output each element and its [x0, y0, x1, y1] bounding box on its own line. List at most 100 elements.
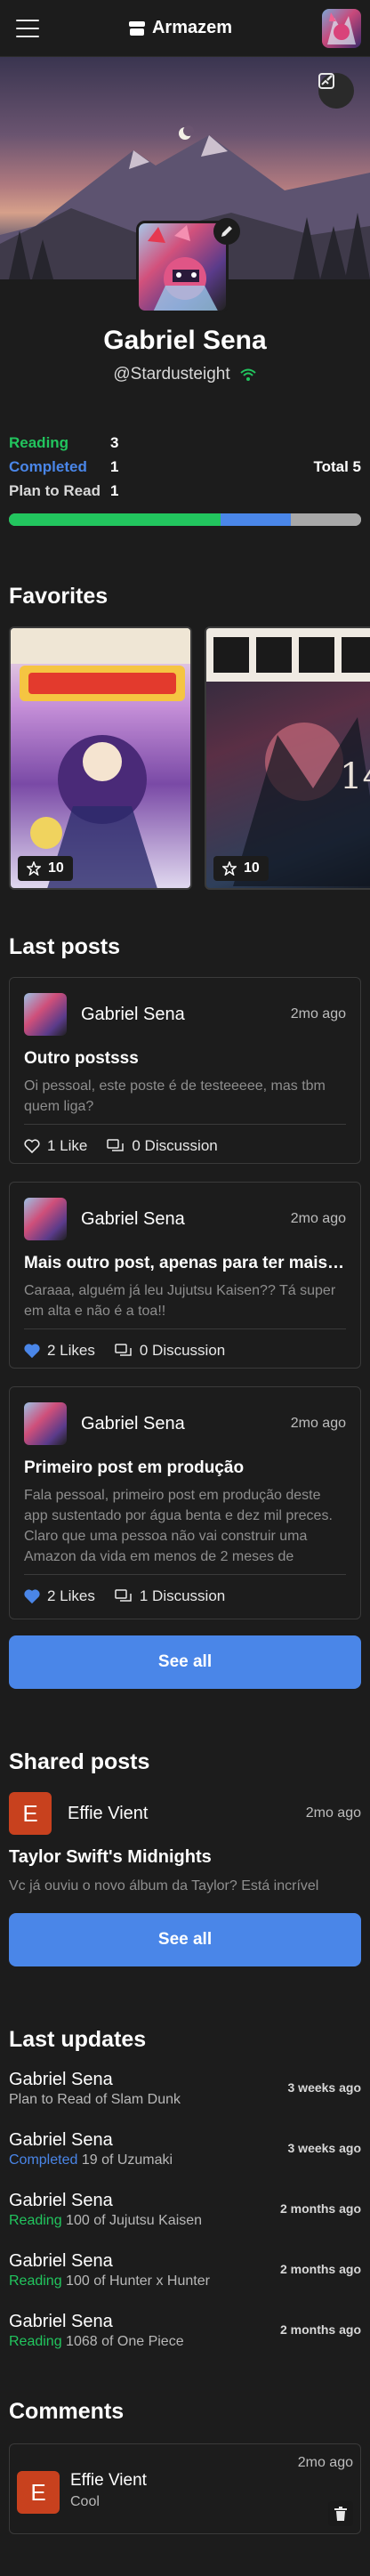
post-card[interactable]: Gabriel Sena 2mo ago Outro postsss Oi pe… — [9, 977, 361, 1164]
favorite-card[interactable]: 10 — [9, 626, 192, 890]
discussion-button[interactable]: 0 Discussion — [115, 1342, 225, 1360]
stat-completed-label: Completed — [9, 457, 87, 475]
post-body: Caraaa, alguém já leu Jujutsu Kaisen?? T… — [24, 1283, 336, 1319]
star-icon — [222, 861, 237, 876]
update-time: 2 months ago — [279, 2201, 361, 2216]
comments-title: Comments — [9, 2399, 125, 2424]
favorite-score: 10 — [244, 860, 260, 876]
post-title[interactable]: Primeiro post em produção — [24, 1458, 346, 1478]
profile-handle: @Stardusteight — [113, 365, 230, 384]
discussion-count: 0 Discussion — [132, 1137, 218, 1154]
user-avatar[interactable] — [321, 8, 361, 48]
update-time: 2 months ago — [279, 2262, 361, 2276]
shared-posts-title: Shared posts — [9, 1749, 150, 1774]
box-icon — [128, 20, 145, 36]
pencil-icon — [221, 226, 232, 237]
stat-plan-label: Plan to Read — [9, 481, 101, 499]
chat-icon — [107, 1139, 125, 1151]
post-card[interactable]: Gabriel Sena 2mo ago Mais outro post, ap… — [9, 1182, 361, 1369]
post-author-avatar[interactable] — [24, 1402, 67, 1445]
image-edit-icon — [318, 73, 334, 89]
post-title[interactable]: Mais outro post, apenas para ter mais po… — [24, 1254, 346, 1273]
post-card[interactable]: Gabriel Sena 2mo ago Primeiro post em pr… — [9, 1386, 361, 1619]
star-icon — [27, 861, 41, 876]
heart-filled-icon — [24, 1589, 40, 1603]
reading-stats: Reading 3 Completed 1 Total 5 Plan to Re… — [9, 431, 361, 526]
shared-post-body: Vc já ouviu o novo álbum da Taylor? Está… — [9, 1878, 319, 1894]
post-author[interactable]: Gabriel Sena — [81, 1414, 185, 1434]
update-status: Plan to Read — [9, 2092, 92, 2107]
update-status: Reading — [9, 2334, 62, 2349]
post-author[interactable]: Gabriel Sena — [81, 1005, 185, 1025]
comment-author-avatar[interactable]: E — [17, 2471, 60, 2514]
app-brand[interactable]: Armazem — [128, 18, 233, 38]
app-title: Armazem — [151, 18, 233, 37]
like-count: 1 Like — [47, 1137, 88, 1154]
stat-reading-count: 3 — [110, 433, 119, 451]
post-body: Oi pessoal, este poste é de testeeeee, m… — [24, 1078, 326, 1114]
progress-plan — [290, 513, 361, 526]
update-time: 3 weeks ago — [287, 2080, 362, 2095]
like-count: 2 Likes — [47, 1342, 95, 1359]
shared-post[interactable]: E Effie Vient 2mo ago Taylor Swift's Mid… — [9, 1792, 361, 1894]
update-text: 100 of Hunter x Hunter — [61, 2273, 210, 2289]
post-author[interactable]: Gabriel Sena — [81, 1209, 185, 1230]
post-author-avatar[interactable] — [24, 1198, 67, 1240]
like-button[interactable]: 2 Likes — [24, 1587, 95, 1605]
shared-post-title[interactable]: Taylor Swift's Midnights — [9, 1847, 361, 1868]
edit-banner-button[interactable] — [318, 73, 354, 109]
favorite-card[interactable]: 14 10 — [205, 626, 370, 890]
profile-handle-row: @Stardusteight — [0, 365, 370, 384]
profile-name: Gabriel Sena — [103, 326, 267, 355]
update-item[interactable]: Gabriel Sena Plan to Read of Slam Dunk 3 w… — [9, 2070, 361, 2108]
shared-post-author-avatar[interactable]: E — [9, 1792, 52, 1835]
discussion-button[interactable]: 1 Discussion — [115, 1587, 225, 1605]
delete-comment-button[interactable] — [328, 2501, 353, 2526]
like-button[interactable]: 1 Like — [24, 1137, 87, 1155]
update-status: Reading — [9, 2273, 62, 2289]
divider — [24, 1574, 346, 1575]
like-button[interactable]: 2 Likes — [24, 1342, 95, 1360]
update-item[interactable]: Gabriel Sena Reading 100 of Jujutsu Kaise… — [9, 2191, 361, 2229]
stat-plan-count: 1 — [110, 481, 119, 499]
update-item[interactable]: Gabriel Sena Reading 100 of Hunter x Hunt… — [9, 2251, 361, 2289]
stat-reading-label: Reading — [9, 433, 69, 451]
favorite-score-badge: 10 — [18, 856, 73, 881]
divider — [24, 1124, 346, 1125]
update-time: 2 months ago — [279, 2322, 361, 2337]
comment-time: 2mo ago — [297, 2455, 353, 2470]
top-bar: Armazem — [0, 0, 370, 57]
discussion-count: 0 Discussion — [139, 1342, 226, 1359]
progress-reading — [9, 513, 221, 526]
see-all-posts-button[interactable]: See all — [9, 1635, 361, 1689]
update-item[interactable]: Gabriel Sena Completed 19 of Uzumaki 3 wee… — [9, 2130, 361, 2168]
see-all-shared-button[interactable]: See all — [9, 1913, 361, 1966]
shared-post-author[interactable]: Effie Vient — [68, 1804, 148, 1824]
comment-text: Cool — [70, 2494, 100, 2509]
update-text: of Slam Dunk — [91, 2092, 181, 2107]
discussion-button[interactable]: 0 Discussion — [107, 1137, 218, 1155]
post-author-avatar[interactable] — [24, 993, 67, 1036]
discussion-count: 1 Discussion — [139, 1587, 226, 1604]
heart-icon — [24, 1139, 40, 1153]
menu-icon[interactable] — [16, 19, 39, 37]
update-text: 19 of Uzumaki — [77, 2152, 173, 2168]
favorite-score: 10 — [48, 860, 64, 876]
update-text: 1068 of One Piece — [61, 2334, 184, 2349]
divider — [24, 1328, 346, 1329]
update-status: Completed — [9, 2152, 78, 2168]
heart-filled-icon — [24, 1344, 40, 1358]
progress-completed — [220, 513, 291, 526]
post-time: 2mo ago — [290, 1416, 346, 1431]
last-updates-title: Last updates — [9, 2027, 147, 2052]
chat-icon — [115, 1589, 132, 1602]
chat-icon — [115, 1344, 132, 1356]
post-time: 2mo ago — [290, 1211, 346, 1226]
comment-author[interactable]: Effie Vient — [70, 2471, 147, 2491]
post-title[interactable]: Outro postsss — [24, 1049, 346, 1069]
update-time: 3 weeks ago — [287, 2141, 362, 2155]
trash-icon — [334, 2507, 347, 2521]
favorites-title: Favorites — [9, 584, 109, 609]
update-item[interactable]: Gabriel Sena Reading 1068 of One Piece 2 m… — [9, 2312, 361, 2350]
edit-avatar-button[interactable] — [213, 218, 240, 245]
